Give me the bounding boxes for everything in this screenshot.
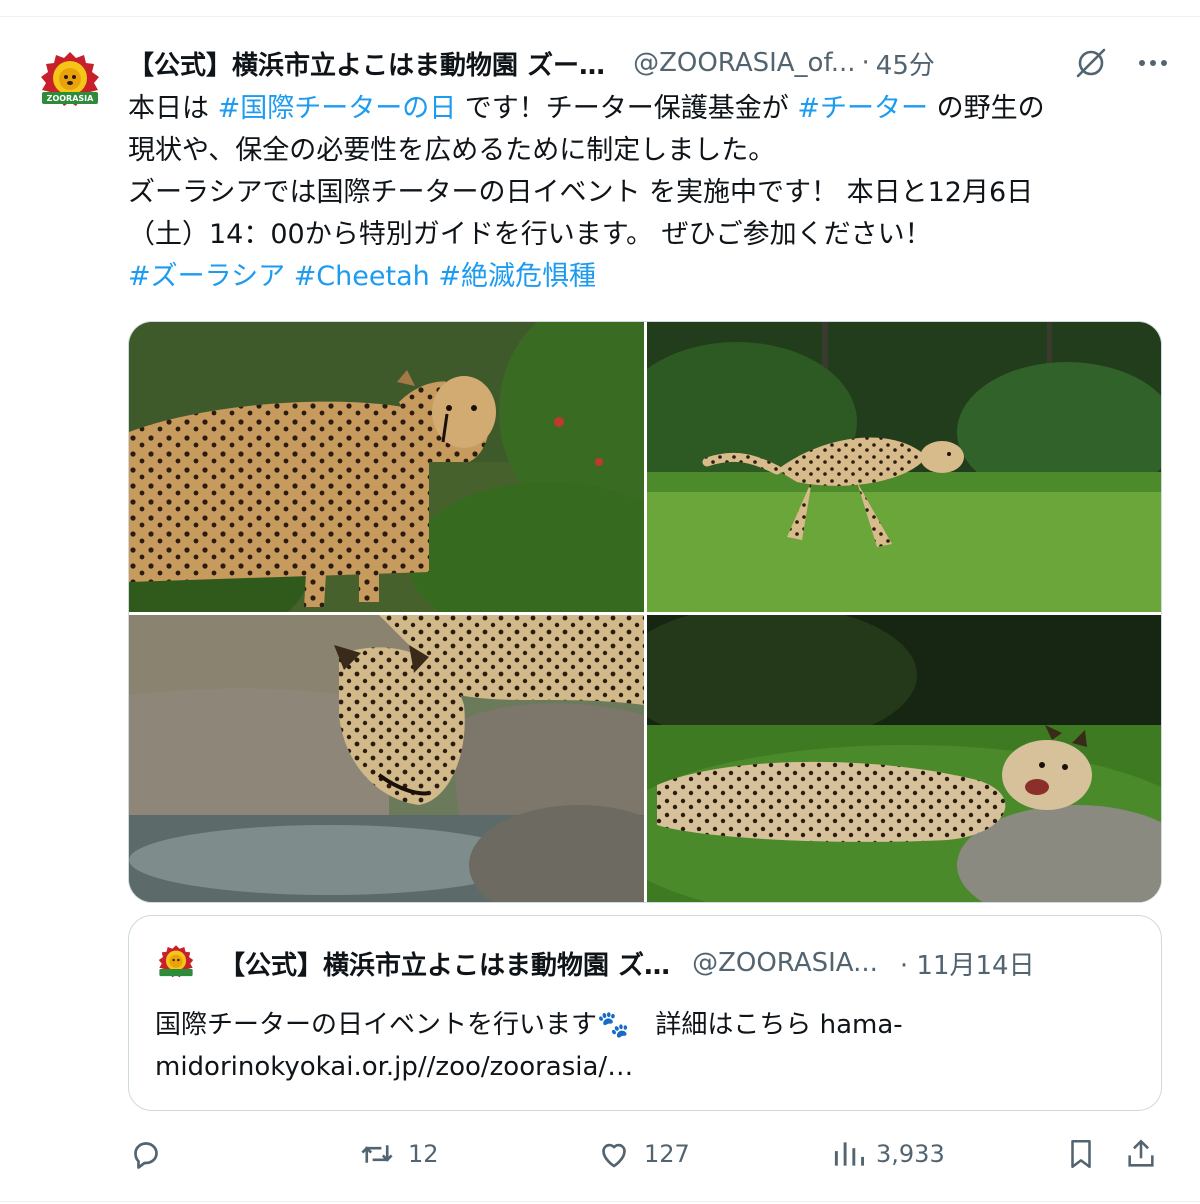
quote-handle[interactable]: @ZOORASIA... — [692, 948, 878, 978]
quote-text: 国際チーターの日イベントを行います🐾 詳細はこちら hama- midorino… — [155, 1004, 1135, 1088]
share-button[interactable] — [1124, 1136, 1158, 1172]
tweet-text: 本日は #国際チーターの日 です！チーター保護基金が #チーター の野生の現状や… — [128, 88, 1168, 298]
reply-button[interactable] — [128, 1136, 176, 1172]
hashtag-link[interactable]: #チーター — [797, 93, 928, 124]
bookmark-button[interactable] — [1064, 1136, 1098, 1172]
tweet-text-segment: の野生の — [928, 93, 1045, 124]
cheetah-drinking-image — [129, 615, 644, 902]
separator-dot: · — [861, 48, 870, 78]
heart-icon — [602, 1143, 626, 1168]
zoorasia-logo-icon — [158, 945, 194, 978]
photo-cheetah-standing[interactable] — [129, 322, 644, 612]
photo-cheetah-drinking[interactable] — [129, 615, 644, 902]
display-name[interactable]: 【公式】横浜市立よこはま動物園 ズー… — [128, 45, 605, 82]
quote-date[interactable]: · 11月14日 — [900, 945, 1035, 982]
grok-icon — [1076, 48, 1106, 78]
photo-cheetah-running[interactable] — [647, 322, 1161, 612]
action-bar: 12 127 3,933 — [128, 1136, 1168, 1180]
tweet-text-segment: ズーラシアでは国際チーターの日イベント を実施中です！ 本日と12月6日 — [128, 177, 1034, 208]
quoted-tweet[interactable]: 【公式】横浜市立よこはま動物園 ズ… @ZOORASIA... · 11月14日… — [128, 915, 1162, 1111]
views-icon — [834, 1142, 864, 1166]
share-icon — [1128, 1139, 1154, 1167]
tweet-text-segment: 現状や、保全の必要性を広めるために制定しました。 — [128, 135, 776, 166]
user-handle[interactable]: @ZOORASIA_of... — [633, 48, 855, 78]
tweet-text-line: #ズーラシア #Cheetah #絶滅危惧種 — [128, 256, 1168, 298]
tweet-text-line: 現状や、保全の必要性を広めるために制定しました。 — [128, 130, 1168, 172]
more-options-button[interactable] — [1136, 46, 1170, 80]
logo-text: ZOORASIA — [47, 94, 94, 103]
hashtag-link[interactable]: #絶滅危惧種 — [438, 261, 596, 292]
bookmark-icon — [1071, 1139, 1091, 1169]
quote-display-name[interactable]: 【公式】横浜市立よこはま動物園 ズ… — [219, 945, 670, 982]
timestamp[interactable]: 45分 — [876, 45, 935, 82]
hashtag-link[interactable]: #国際チーターの日 — [218, 93, 457, 124]
cheetah-running-image — [647, 322, 1161, 612]
like-button[interactable]: 127 — [596, 1136, 690, 1172]
quote-header: 【公式】横浜市立よこはま動物園 ズ… @ZOORASIA... · 11月14日 — [219, 940, 1139, 986]
avatar[interactable]: ZOORASIA — [38, 50, 102, 114]
grok-button[interactable] — [1074, 46, 1108, 80]
photo-cheetah-lying[interactable] — [647, 615, 1161, 902]
quote-text-line: midorinokyokai.or.jp//zoo/zoorasia/… — [155, 1052, 634, 1082]
quote-text-line: 国際チーターの日イベントを行います🐾 詳細はこちら hama- — [155, 1010, 903, 1040]
retweet-count: 12 — [408, 1140, 439, 1168]
cheetah-standing-image — [129, 322, 644, 612]
reply-icon — [134, 1142, 158, 1169]
tweet-header: 【公式】横浜市立よこはま動物園 ズー… @ZOORASIA_of... · 45… — [128, 40, 1178, 86]
views-count: 3,933 — [876, 1140, 945, 1168]
retweet-icon — [361, 1145, 393, 1163]
media-grid — [128, 321, 1162, 903]
tweet-text-line: ズーラシアでは国際チーターの日イベント を実施中です！ 本日と12月6日 — [128, 172, 1168, 214]
views-button[interactable]: 3,933 — [832, 1136, 945, 1172]
tweet-text-segment — [285, 261, 294, 292]
cheetah-lying-image — [647, 615, 1161, 902]
more-dots-icon — [1139, 60, 1167, 66]
hashtag-link[interactable]: #ズーラシア — [128, 261, 285, 292]
retweet-button[interactable]: 12 — [358, 1136, 439, 1172]
tweet-text-segment: （土）14：00から特別ガイドを行います。 ぜひご参加ください！ — [128, 219, 932, 250]
tweet-text-line: 本日は #国際チーターの日 です！チーター保護基金が #チーター の野生の — [128, 88, 1168, 130]
bottom-divider — [0, 1201, 1200, 1202]
top-divider — [0, 16, 1200, 17]
tweet-text-segment: です！チーター保護基金が — [456, 93, 798, 124]
tweet-text-segment: 本日は — [128, 93, 218, 124]
like-count: 127 — [644, 1140, 690, 1168]
quote-avatar[interactable] — [157, 944, 195, 982]
tweet-text-line: （土）14：00から特別ガイドを行います。 ぜひご参加ください！ — [128, 214, 1168, 256]
zoorasia-logo-icon: ZOORASIA — [41, 52, 99, 106]
hashtag-link[interactable]: #Cheetah — [294, 261, 430, 292]
